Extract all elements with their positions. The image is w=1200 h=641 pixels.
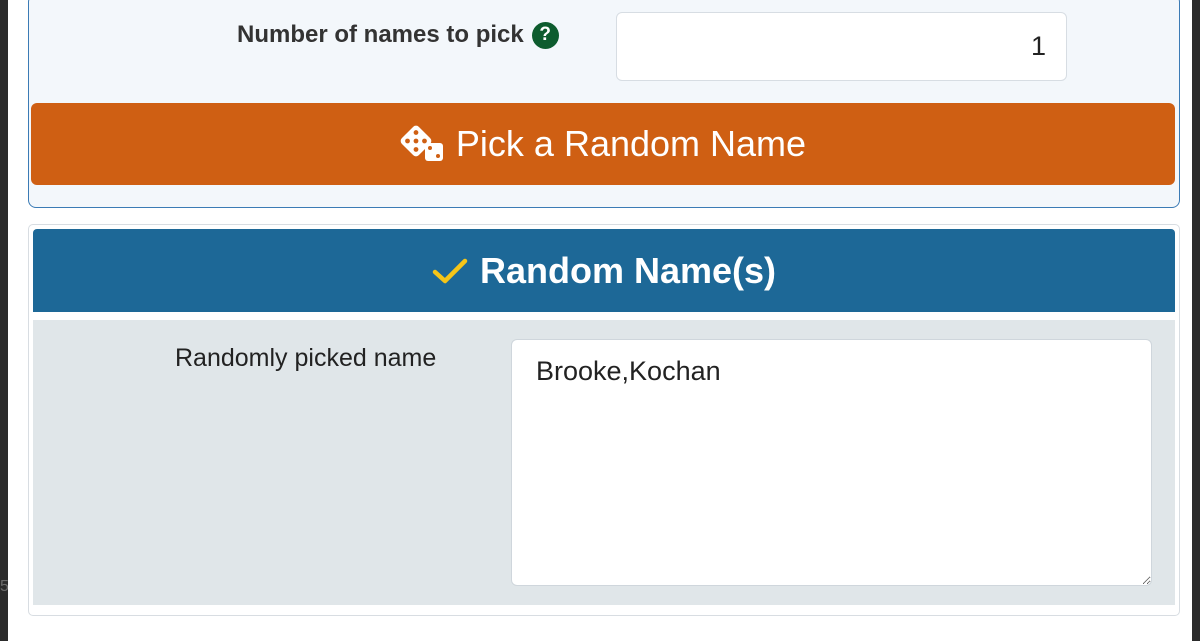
edge-glyph: 5 [0, 578, 9, 595]
pick-random-name-button[interactable]: Pick a Random Name [31, 103, 1175, 185]
count-label-group: Number of names to pick ? [237, 21, 587, 49]
picked-name-label: Randomly picked name [175, 344, 437, 372]
pick-button-label: Pick a Random Name [455, 123, 807, 164]
result-header: Random Name(s) [33, 229, 1175, 312]
count-input[interactable] [616, 12, 1067, 81]
result-body: Randomly picked name Brooke,Kochan [33, 320, 1175, 605]
check-icon [432, 258, 468, 283]
help-icon[interactable]: ? [531, 21, 559, 49]
page: Number of names to pick ? Pick a Random … [8, 0, 1192, 641]
result-card: Random Name(s) Randomly picked name Broo… [28, 224, 1180, 616]
dice-icon [400, 125, 443, 161]
result-title: Random Name(s) [479, 249, 777, 291]
name-picker-form-card: Number of names to pick ? Pick a Random … [28, 0, 1180, 208]
count-label: Number of names to pick [237, 21, 524, 48]
picked-name-output[interactable]: Brooke,Kochan [511, 339, 1152, 586]
